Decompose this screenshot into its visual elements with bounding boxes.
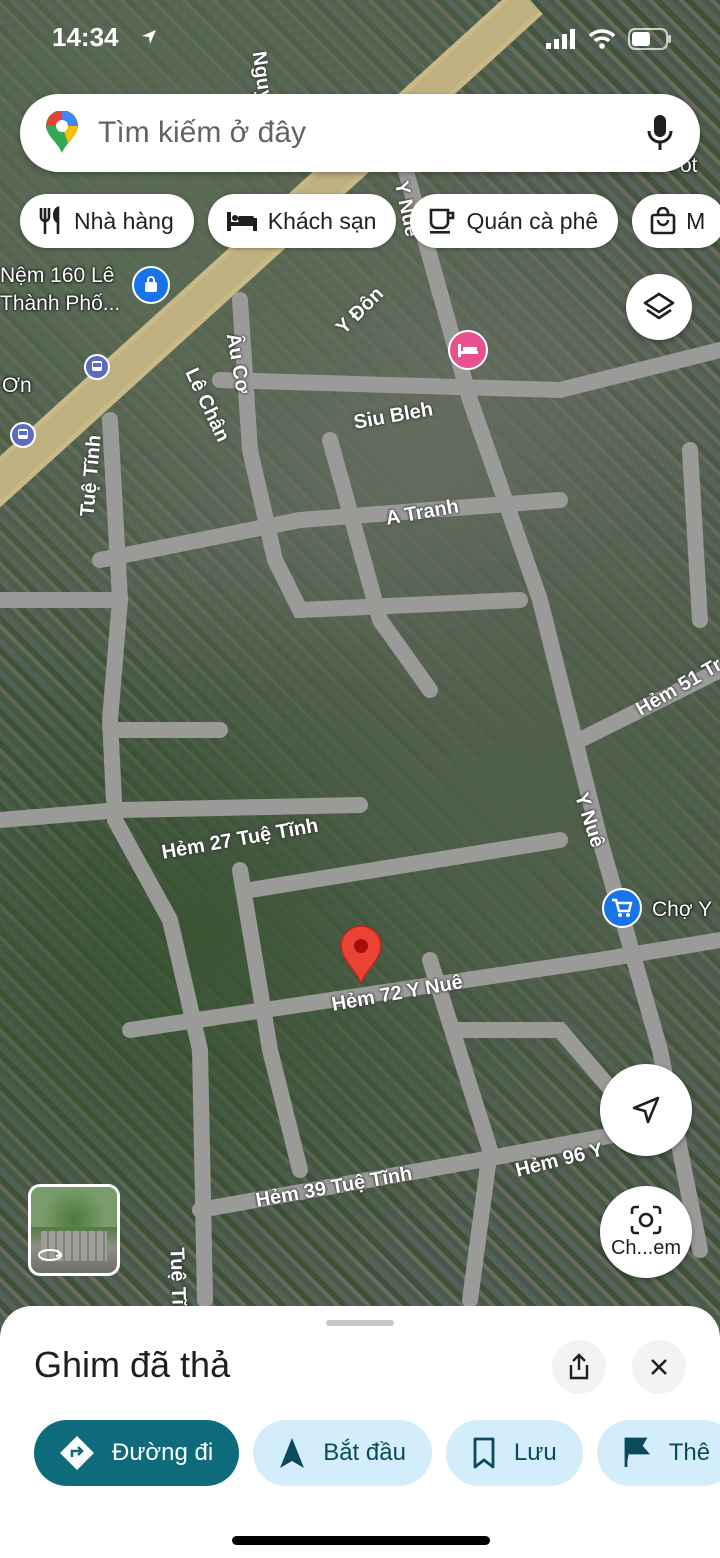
camera-icon (630, 1205, 662, 1234)
sheet-title: Ghim đã thả (34, 1344, 231, 1385)
chip-coffee[interactable]: Quán cà phê (410, 194, 619, 248)
lens-label: Ch...em (610, 1236, 682, 1259)
action-label: Lưu (513, 1439, 557, 1466)
search-bar[interactable]: Tìm kiếm ở đây (20, 94, 700, 172)
chip-restaurants[interactable]: Nhà hàng (20, 194, 194, 248)
shopping-cart-icon[interactable] (602, 888, 642, 928)
street-view-thumbnail[interactable] (28, 1184, 120, 1276)
add-label-button[interactable]: Thê (596, 1420, 720, 1486)
coffee-icon (430, 208, 455, 234)
action-label: Đường đi (112, 1439, 214, 1466)
chip-label: Quán cà phê (466, 207, 599, 234)
bus-stop-icon[interactable] (84, 354, 110, 380)
poi-partial-label: Ơn (2, 374, 32, 397)
google-maps-logo-icon (46, 111, 78, 153)
sheet-grabber[interactable] (326, 1320, 394, 1326)
chip-hotels[interactable]: Khách sạn (207, 194, 397, 248)
action-label: Thê (668, 1439, 711, 1466)
location-arrow-icon (142, 30, 156, 44)
microphone-icon[interactable] (646, 114, 674, 152)
dropped-pin-icon[interactable] (338, 924, 384, 986)
home-indicator (232, 1536, 490, 1545)
category-chips: Nhà hàng Khách sạn Quán cà phê M (20, 194, 720, 248)
restaurant-icon (39, 206, 60, 234)
action-buttons: Đường đi Bắt đầu Lưu Thê (34, 1420, 720, 1486)
bottom-sheet[interactable]: Ghim đã thả Đường đi Bắt đầu Lưu Thê (0, 1306, 720, 1558)
hotel-poi-icon[interactable] (448, 330, 488, 370)
poi-market-label[interactable]: Chợ Y (652, 896, 712, 924)
directions-icon (60, 1436, 94, 1470)
poi-shop-label[interactable]: Nệm 160 Lê Thành Phố... (0, 262, 120, 318)
wifi-icon (588, 29, 616, 49)
bookmark-icon (473, 1437, 495, 1469)
cellular-signal-icon (546, 29, 575, 49)
battery-icon (628, 28, 671, 50)
flag-icon (624, 1437, 650, 1467)
my-location-button[interactable] (600, 1064, 692, 1156)
navigation-arrow-outline-icon (632, 1096, 660, 1124)
shopping-bag-icon (650, 207, 676, 235)
chip-label: Nhà hàng (74, 207, 174, 234)
chip-label: Khách sạn (267, 207, 377, 234)
chip-shopping[interactable]: M (632, 194, 720, 248)
status-icons (546, 28, 672, 50)
chip-label: M (686, 207, 706, 234)
shop-poi-icon[interactable] (132, 266, 170, 304)
navigation-arrow-icon (280, 1438, 305, 1468)
layers-button[interactable] (626, 274, 692, 340)
street-view-360-icon (38, 1249, 63, 1261)
layers-icon (643, 292, 675, 320)
lens-search-button[interactable]: Ch...em (600, 1186, 692, 1278)
share-icon (569, 1353, 589, 1380)
share-button[interactable] (552, 1340, 606, 1394)
poi-shop-name-line2: Thành Phố... (0, 292, 121, 315)
hotel-icon (226, 212, 257, 231)
close-icon (651, 1359, 667, 1375)
directions-button[interactable]: Đường đi (34, 1420, 240, 1486)
start-button[interactable]: Bắt đầu (253, 1420, 432, 1486)
search-input[interactable]: Tìm kiếm ở đây (98, 116, 646, 150)
status-bar: 14:34 (0, 22, 720, 62)
close-button[interactable] (632, 1340, 686, 1394)
status-time: 14:34 (52, 22, 119, 52)
save-button[interactable]: Lưu (445, 1420, 583, 1486)
bus-stop-icon[interactable] (10, 422, 36, 448)
action-label: Bắt đầu (323, 1439, 406, 1466)
poi-shop-name-line1: Nệm 160 Lê (0, 264, 115, 287)
